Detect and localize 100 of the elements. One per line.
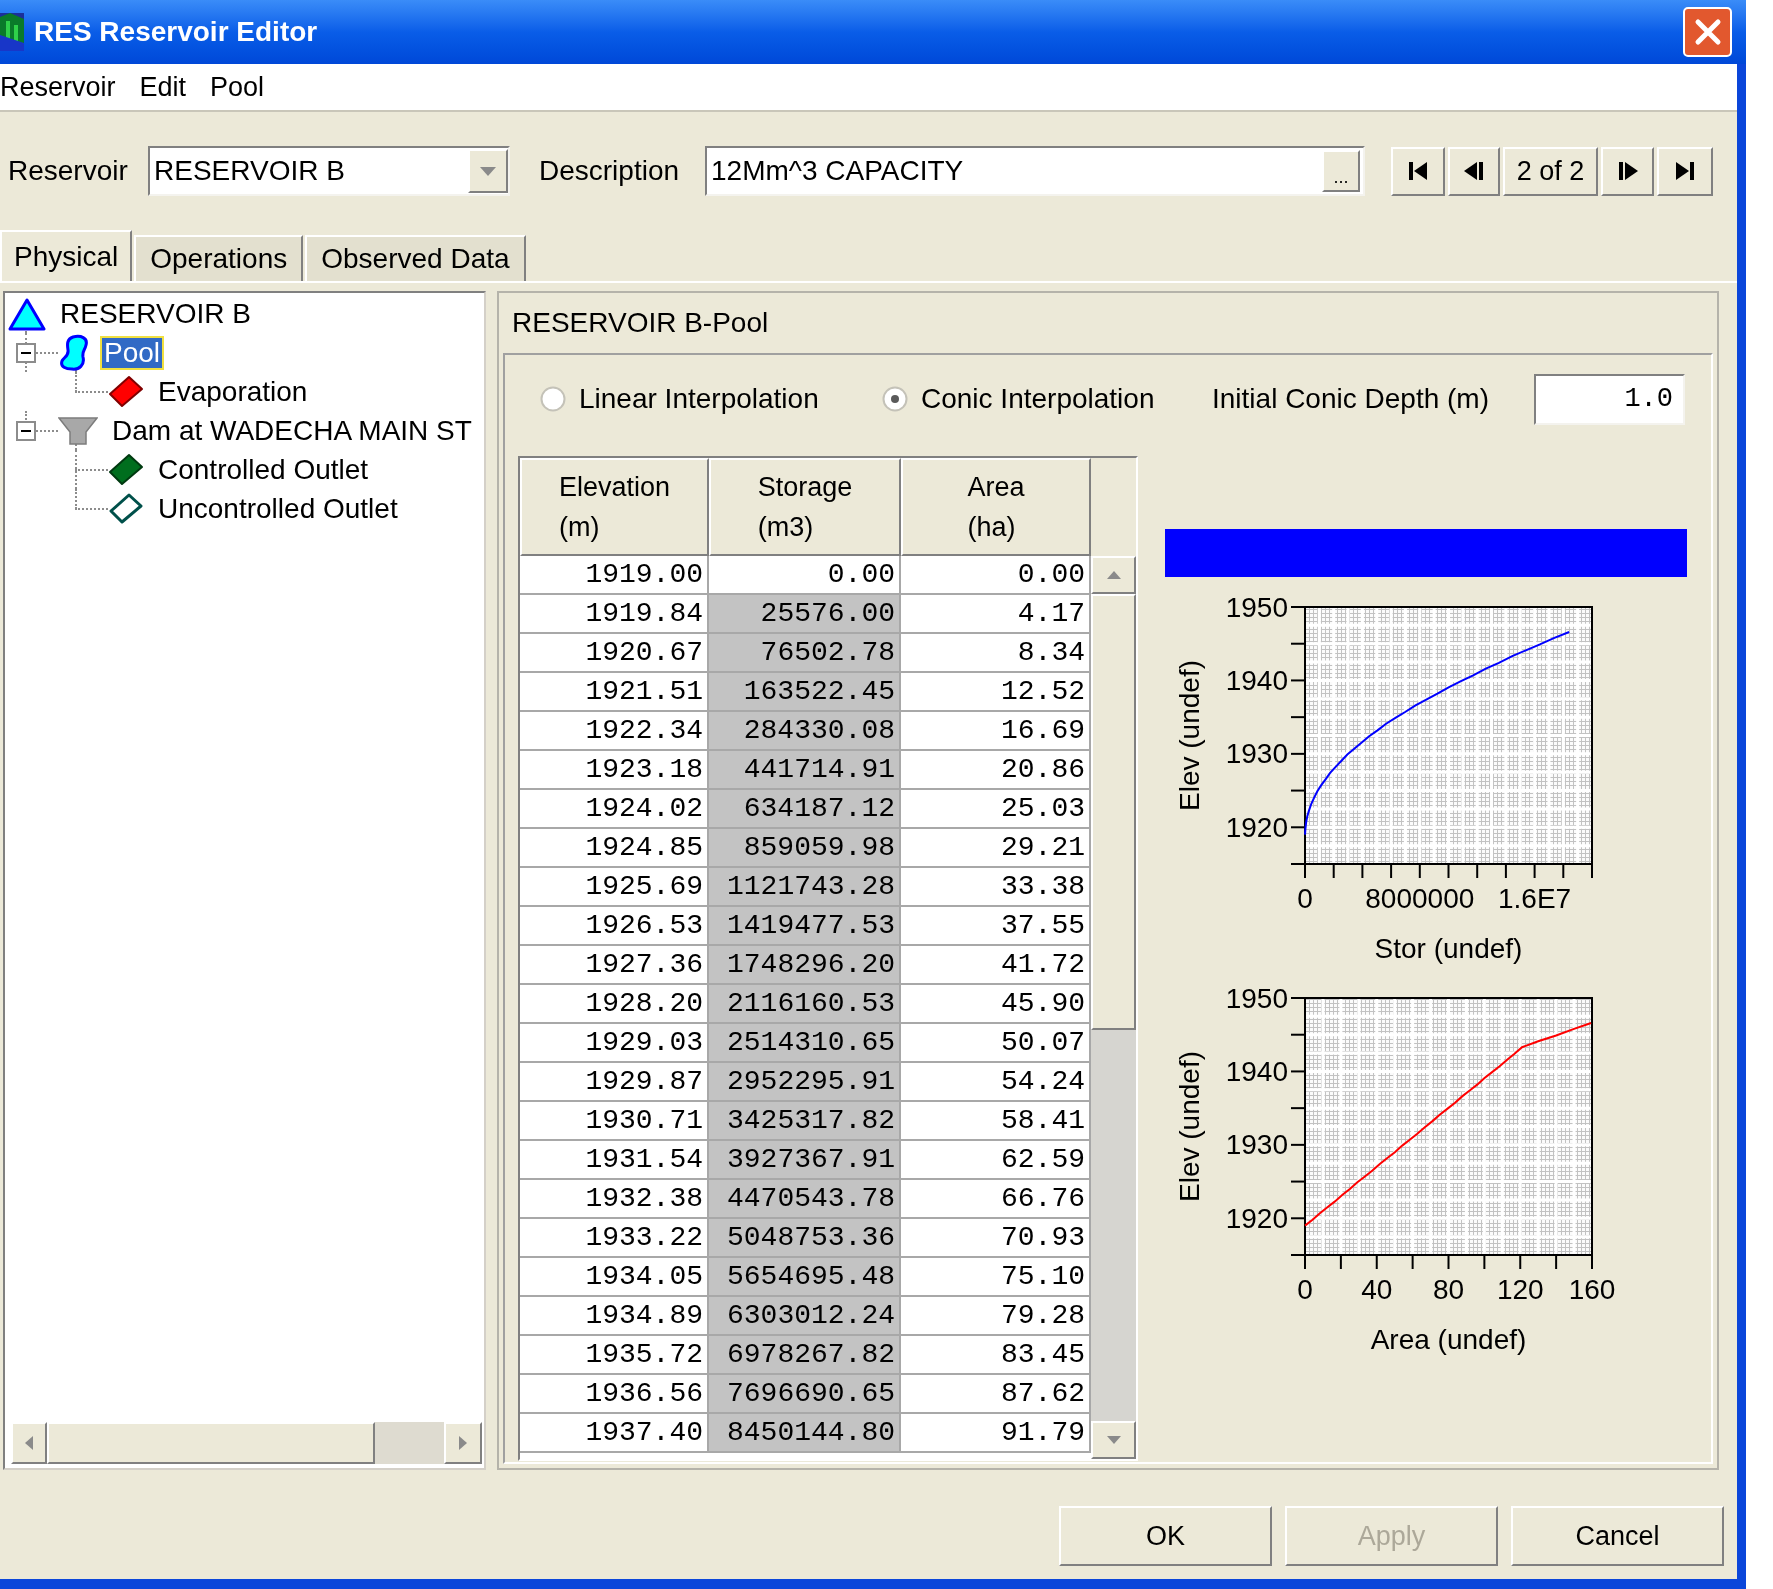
tree-item[interactable]: Pool <box>100 335 165 370</box>
table-cell: 33.38 <box>901 868 1091 907</box>
table-cell: 6303012.24 <box>709 1297 901 1336</box>
table-cell: 1925.69 <box>520 868 709 907</box>
next-record-button[interactable] <box>1601 146 1654 196</box>
table-cell: 12.52 <box>901 673 1091 712</box>
table-cell: 1935.72 <box>520 1336 709 1375</box>
table-cell: 1928.20 <box>520 985 709 1024</box>
table-cell: 70.93 <box>901 1219 1091 1258</box>
collapse-icon[interactable] <box>16 420 36 441</box>
last-record-button[interactable] <box>1657 146 1713 196</box>
tree-item[interactable]: Controlled Outlet <box>154 452 373 487</box>
first-record-button[interactable] <box>1391 146 1445 196</box>
column-header[interactable]: Elevation (m) <box>520 458 709 556</box>
window-title: RES Reservoir Editor <box>34 15 318 49</box>
browse-button[interactable]: ... <box>1322 150 1360 192</box>
collapse-icon[interactable] <box>16 342 36 363</box>
table-cell: 634187.12 <box>709 790 901 829</box>
table-cell: 62.59 <box>901 1141 1091 1180</box>
table-cell: 75.10 <box>901 1258 1091 1297</box>
table-cell: 1932.38 <box>520 1180 709 1219</box>
scroll-left-button[interactable] <box>11 1422 47 1464</box>
step-back-icon <box>1464 160 1484 182</box>
table-cell: 66.76 <box>901 1180 1091 1219</box>
scroll-down-button[interactable] <box>1091 1421 1136 1459</box>
table-cell: 50.07 <box>901 1024 1091 1063</box>
tab[interactable]: Observed Data <box>305 235 526 281</box>
y-tick-label: 1940 <box>1225 664 1288 696</box>
diamond-icon <box>108 492 144 525</box>
column-header[interactable]: Area (ha) <box>901 458 1091 556</box>
table-cell: 2514310.65 <box>709 1024 901 1063</box>
y-axis-title: Elev (undef) <box>1173 660 1205 811</box>
scrollbar-thumb[interactable] <box>1091 594 1136 1030</box>
menu-item[interactable]: Edit <box>139 66 187 108</box>
table-cell: 58.41 <box>901 1102 1091 1141</box>
scrollbar-thumb[interactable] <box>47 1422 375 1464</box>
table-cell: 54.24 <box>901 1063 1091 1102</box>
table-cell: 1929.87 <box>520 1063 709 1102</box>
radio-option[interactable]: Linear Interpolation <box>540 378 882 420</box>
previous-record-button[interactable] <box>1448 146 1500 196</box>
dialog-button[interactable]: OK <box>1059 1506 1272 1566</box>
y-tick-label: 1920 <box>1225 1202 1288 1234</box>
table-cell: 1922.34 <box>520 712 709 751</box>
table-cell: 29.21 <box>901 829 1091 868</box>
caret-right-icon <box>459 1436 467 1450</box>
description-field[interactable]: 12Mm^3 CAPACITY ... <box>705 146 1365 196</box>
lake-icon <box>58 333 90 372</box>
table-cell: 1419477.53 <box>709 907 901 946</box>
x-tick-label: 160 <box>1568 1273 1616 1305</box>
tree-item[interactable]: Evaporation <box>154 374 312 409</box>
x-tick-label: 40 <box>1361 1273 1393 1305</box>
y-tick-label: 1930 <box>1225 738 1288 770</box>
table-cell: 7696690.65 <box>709 1375 901 1414</box>
tab[interactable]: Operations <box>134 235 304 281</box>
x-tick-label: 120 <box>1496 1273 1544 1305</box>
table-cell: 284330.08 <box>709 712 901 751</box>
panel-title: RESERVOIR B-Pool <box>512 306 769 340</box>
dialog-button: Apply <box>1285 1506 1498 1566</box>
y-tick-label: 1940 <box>1225 1055 1288 1087</box>
radio-unchecked-icon[interactable] <box>540 386 566 412</box>
conic-depth-field[interactable]: 1.0 <box>1534 373 1685 425</box>
app-icon <box>0 13 24 51</box>
table-cell: 4470543.78 <box>709 1180 901 1219</box>
dialog-button[interactable]: Cancel <box>1511 1506 1724 1566</box>
table-cell: 1929.03 <box>520 1024 709 1063</box>
caret-up-icon <box>1106 571 1121 579</box>
dropdown-button[interactable] <box>468 149 508 193</box>
table-cell: 4.17 <box>901 595 1091 634</box>
table-cell: 79.28 <box>901 1297 1091 1336</box>
table-cell: 8.34 <box>901 634 1091 673</box>
table-cell: 1930.71 <box>520 1102 709 1141</box>
tab[interactable]: Physical <box>0 230 133 281</box>
reservoir-dropdown[interactable]: RESERVOIR B <box>148 146 510 196</box>
column-header[interactable]: Storage (m3) <box>709 458 901 556</box>
caret-down-icon <box>1106 1436 1121 1444</box>
table-cell: 83.45 <box>901 1336 1091 1375</box>
tree-item[interactable]: Uncontrolled Outlet <box>154 491 402 526</box>
table-cell: 91.79 <box>901 1414 1091 1453</box>
x-tick-label: 80 <box>1432 1273 1465 1305</box>
y-tick-label: 1920 <box>1225 811 1288 843</box>
scroll-right-button[interactable] <box>444 1422 482 1464</box>
table-cell: 1927.36 <box>520 946 709 985</box>
radio-checked-icon[interactable] <box>882 386 908 412</box>
radio-option[interactable]: Conic Interpolation <box>882 378 1212 420</box>
menu-item[interactable]: Reservoir <box>0 66 116 108</box>
table-cell: 5654695.48 <box>709 1258 901 1297</box>
table-cell: 8450144.80 <box>709 1414 901 1453</box>
close-icon <box>1693 18 1722 46</box>
menu-item[interactable]: Pool <box>210 66 265 108</box>
field-label: Description <box>539 154 681 188</box>
skip-forward-icon <box>1675 160 1695 182</box>
table-cell: 1748296.20 <box>709 946 901 985</box>
table-cell: 1121743.28 <box>709 868 901 907</box>
close-button[interactable] <box>1683 7 1732 57</box>
table-cell: 87.62 <box>901 1375 1091 1414</box>
table-cell: 0.00 <box>709 556 901 595</box>
table-cell: 1926.53 <box>520 907 709 946</box>
tree-item[interactable]: RESERVOIR B <box>56 296 255 331</box>
tree-item[interactable]: Dam at WADECHA MAIN ST <box>108 413 476 448</box>
scroll-up-button[interactable] <box>1091 556 1136 594</box>
